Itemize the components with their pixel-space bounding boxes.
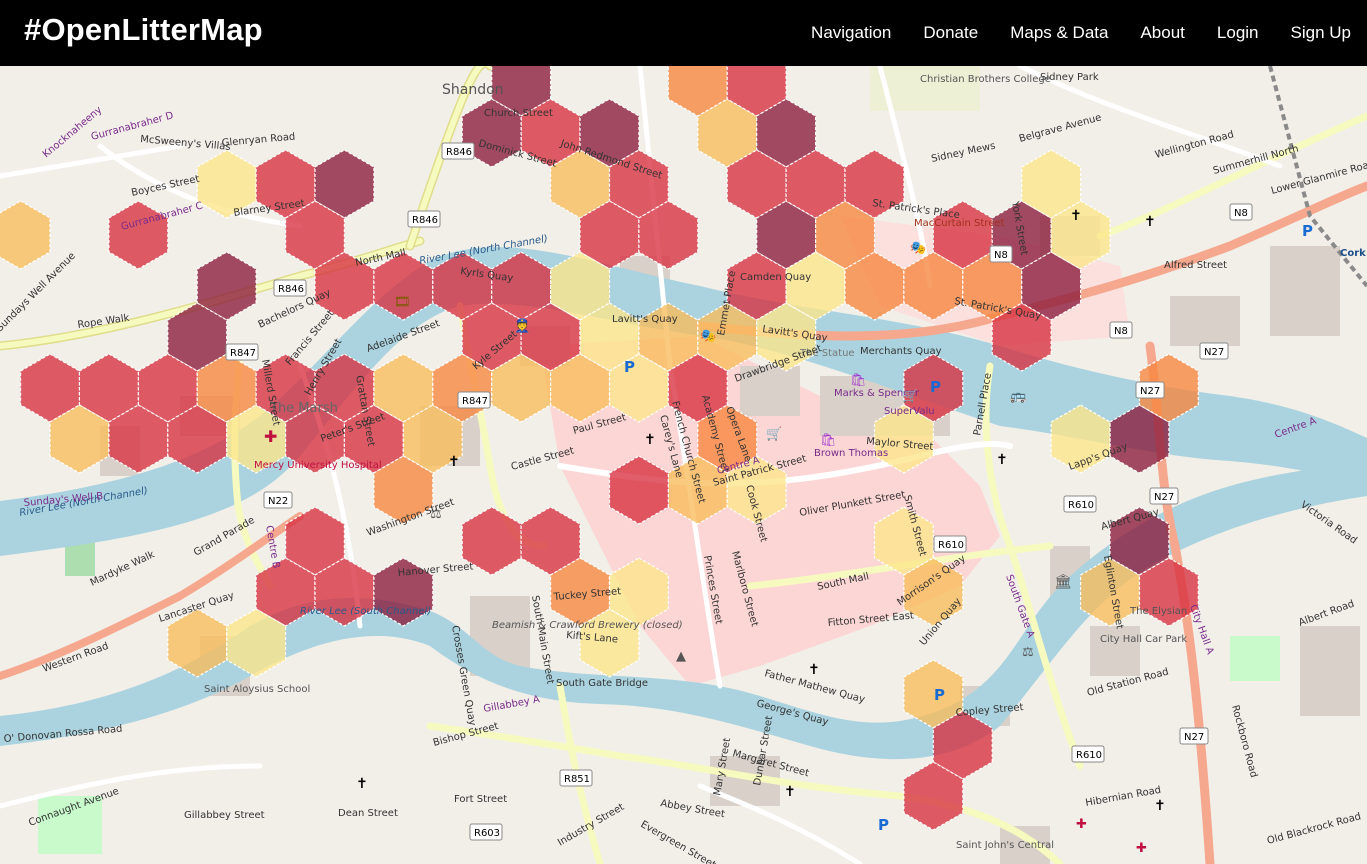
- monument-icon: ▲: [676, 649, 686, 664]
- poi-label: City Hall Car Park: [1100, 634, 1187, 645]
- road-shield: R846: [278, 284, 304, 295]
- street-label: Victoria Road: [1298, 499, 1359, 546]
- church-icon: ✝: [356, 776, 368, 792]
- road-shield: N27: [1154, 492, 1174, 503]
- shop-icon: 🛍: [850, 372, 867, 388]
- poi-label: Beamish & Crawford Brewery (closed): [492, 620, 683, 631]
- cart-icon: 🛒: [766, 426, 782, 442]
- poi-label: Brown Thomas: [814, 448, 888, 459]
- poi-label: Saint Aloysius School: [204, 684, 310, 695]
- church-icon: ✝: [644, 432, 656, 448]
- street-label: Mardyke Walk: [89, 549, 157, 589]
- bus-icon: 🚌: [1010, 389, 1026, 404]
- street-label: Alfred Street: [1164, 260, 1227, 271]
- church-icon: ✝: [808, 662, 820, 678]
- hospital-icon: ✚: [1136, 841, 1147, 856]
- church-icon: ✝: [784, 784, 796, 800]
- road-shield: N8: [1114, 326, 1128, 337]
- road-shield: N22: [268, 496, 288, 507]
- theatre-icon: 🎭: [910, 241, 926, 256]
- parking-icon: P: [878, 816, 889, 834]
- road-shield: N27: [1204, 347, 1224, 358]
- police-icon: 👮: [514, 317, 530, 334]
- nav-donate[interactable]: Donate: [923, 23, 978, 43]
- road-shield: R603: [474, 828, 500, 839]
- road-shield: R610: [1068, 500, 1094, 511]
- nav-about[interactable]: About: [1140, 23, 1184, 43]
- church-icon: ✝: [996, 452, 1008, 468]
- station-label: Cork: [1340, 248, 1366, 259]
- river-label: River Lee (South Channel): [300, 606, 431, 617]
- road-shield: R847: [462, 396, 488, 407]
- street-label: Old Blackrock Road: [1266, 811, 1362, 847]
- street-label: Rockboro Road: [1229, 704, 1259, 779]
- street-label: Glenryan Road: [221, 132, 295, 149]
- church-icon: ✝: [1070, 208, 1082, 224]
- park-area: [1230, 636, 1280, 681]
- shop-icon: 🛍: [820, 432, 837, 448]
- courthouse-icon: ⚖: [1022, 645, 1034, 660]
- church-icon: ✝: [448, 454, 460, 470]
- courthouse-icon: ⚖: [430, 507, 442, 522]
- nav-maps-data[interactable]: Maps & Data: [1010, 23, 1108, 43]
- street-label: Fort Street: [454, 794, 507, 805]
- litter-map[interactable]: Shandon The Marsh Church Street Dominick…: [0, 66, 1367, 864]
- brand-logo[interactable]: #OpenLitterMap: [24, 12, 263, 48]
- street-label: Evergreen Street: [639, 819, 718, 864]
- street-label: Camden Quay: [740, 272, 811, 283]
- museum-icon: 🏛: [1054, 573, 1072, 590]
- cinema-icon: 🎞: [394, 295, 411, 310]
- poi-label: The Elysian: [1129, 606, 1187, 617]
- street-label: Church Street: [484, 108, 553, 119]
- poi-label: Christian Brothers College: [920, 74, 1051, 85]
- cart-icon: 🛒: [902, 388, 918, 404]
- street-label: Sidney Mews: [930, 141, 996, 165]
- street-label: Dean Street: [338, 808, 398, 819]
- boundary-label: Gillabbey A: [483, 694, 541, 715]
- road-shield: R610: [1076, 750, 1102, 761]
- poi-label: SuperValu: [884, 406, 935, 417]
- hospital-icon: ✚: [1076, 817, 1087, 832]
- map-canvas[interactable]: Shandon The Marsh Church Street Dominick…: [0, 66, 1367, 864]
- parking-icon: P: [1302, 222, 1313, 240]
- top-navbar: #OpenLitterMap Navigation Donate Maps & …: [0, 0, 1367, 66]
- road-shield: R851: [564, 774, 590, 785]
- street-label: MacCurtain Street: [914, 218, 1004, 229]
- poi-label: Mercy University Hospital: [254, 460, 382, 471]
- road-shield: R610: [938, 540, 964, 551]
- road-shield: R847: [230, 348, 256, 359]
- road-shield: N27: [1184, 732, 1204, 743]
- hospital-icon: ✚: [264, 427, 277, 446]
- church-icon: ✝: [1154, 798, 1166, 814]
- parking-icon: P: [934, 686, 945, 704]
- church-icon: ✝: [1144, 214, 1156, 230]
- street-label: Albert Road: [1297, 598, 1356, 628]
- street-label: Merchants Quay: [860, 346, 942, 357]
- street-label: South Gate Bridge: [556, 678, 648, 689]
- road-shield: N27: [1140, 386, 1160, 397]
- road-shield: R846: [412, 215, 438, 226]
- theatre-icon: 🎭: [700, 329, 716, 344]
- parking-icon: P: [624, 358, 635, 376]
- nav-login[interactable]: Login: [1217, 23, 1259, 43]
- parking-icon: P: [930, 378, 941, 396]
- litter-hexbin-light-orange[interactable]: [0, 200, 51, 270]
- street-label: Gillabbey Street: [184, 810, 265, 821]
- street-label: Hibernian Road: [1085, 785, 1162, 809]
- district-label: Shandon: [442, 82, 504, 98]
- road-shield: N8: [1234, 208, 1248, 219]
- nav-navigation[interactable]: Navigation: [811, 23, 891, 43]
- poi-label: Saint John's Central: [956, 840, 1054, 851]
- nav-signup[interactable]: Sign Up: [1291, 23, 1351, 43]
- street-label: Belgrave Avenue: [1018, 112, 1103, 145]
- road-shield: R846: [446, 147, 472, 158]
- road-shield: N8: [994, 250, 1008, 261]
- street-label: Lavitt's Quay: [612, 314, 678, 325]
- nav-links: Navigation Donate Maps & Data About Logi…: [779, 0, 1351, 66]
